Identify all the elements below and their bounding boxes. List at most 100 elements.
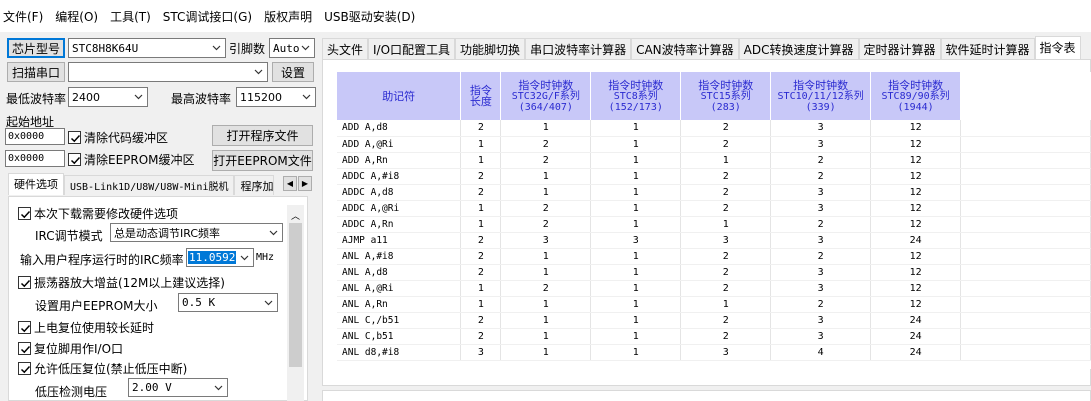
empty-header bbox=[960, 72, 1091, 120]
table-cell: 4 bbox=[770, 344, 872, 361]
eeprom-size-select[interactable]: 0.5 K bbox=[178, 293, 278, 312]
low-voltage-reset-checkbox[interactable]: 允许低压复位(禁止低压中断) bbox=[18, 360, 187, 377]
open-program-file-button[interactable]: 打开程序文件 bbox=[212, 125, 313, 146]
modify-hardware-checkbox[interactable]: 本次下载需要修改硬件选项 bbox=[18, 205, 178, 222]
empty-cell bbox=[960, 200, 1091, 217]
tab-timer-calc[interactable]: 定时器计算器 bbox=[858, 38, 941, 59]
column-header-line: 长度 bbox=[469, 95, 492, 108]
tab-pin-switch[interactable]: 功能脚切换 bbox=[455, 38, 526, 59]
table-row[interactable]: ANL A,Rn 1 1 1 1 2 12 bbox=[337, 296, 1091, 313]
table-cell: 1 bbox=[590, 168, 682, 185]
check-icon bbox=[70, 156, 81, 165]
code-start-address-input[interactable]: 0x0000 bbox=[5, 128, 65, 145]
scan-port-button[interactable]: 扫描串口 bbox=[7, 62, 65, 82]
table-row[interactable]: ADDC A,@Ri 1 2 1 2 3 12 bbox=[337, 200, 1091, 217]
menu-bar: 文件(F) 编程(O) 工具(T) STC调试接口(G) 版权声明 USB驱动安… bbox=[0, 0, 1091, 32]
table-cell: 3 bbox=[770, 120, 872, 137]
power-on-delay-checkbox[interactable]: 上电复位使用较长延时 bbox=[18, 319, 154, 336]
chevron-down-icon bbox=[134, 94, 143, 100]
table-row[interactable]: ADDC A,Rn 1 2 1 1 2 12 bbox=[337, 216, 1091, 233]
tab-header-file[interactable]: 头文件 bbox=[322, 38, 369, 59]
table-row[interactable]: ANL A,d8 2 1 1 2 3 12 bbox=[337, 264, 1091, 281]
column-header: 指令 长度 bbox=[460, 72, 502, 120]
tab-io-config[interactable]: I/O口配置工具 bbox=[368, 38, 456, 59]
options-scrollbar[interactable]: ︿ bbox=[287, 205, 304, 401]
menu-debug[interactable]: STC调试接口(G) bbox=[163, 8, 252, 25]
scrollbar-thumb[interactable] bbox=[289, 223, 302, 367]
clear-eeprom-buffer-checkbox[interactable]: 清除EEPROM缓冲区 bbox=[68, 151, 195, 168]
menu-usb-driver[interactable]: USB驱动安装(D) bbox=[324, 8, 415, 25]
tab-delay-calc[interactable]: 软件延时计算器 bbox=[940, 38, 1035, 59]
irc-frequency-select[interactable]: 11.0592 bbox=[186, 248, 254, 267]
table-row[interactable]: ADD A,@Ri 1 2 1 2 3 12 bbox=[337, 136, 1091, 153]
clear-code-buffer-checkbox[interactable]: 清除代码缓冲区 bbox=[68, 129, 168, 146]
table-cell: 2 bbox=[460, 184, 502, 201]
tab-scroll-left-icon[interactable]: ◀ bbox=[283, 176, 297, 191]
tab-uart-baud[interactable]: 串口波特率计算器 bbox=[525, 38, 632, 59]
tab-hardware-options[interactable]: 硬件选项 bbox=[8, 173, 64, 195]
table-cell: 2 bbox=[680, 200, 772, 217]
table-row[interactable]: ADD A,Rn 1 2 1 1 2 12 bbox=[337, 152, 1091, 169]
table-row[interactable]: ADDC A,#i8 2 1 1 2 2 12 bbox=[337, 168, 1091, 185]
reset-pin-io-checkbox[interactable]: 复位脚用作I/O口 bbox=[18, 340, 123, 357]
tab-program-encrypt[interactable]: 程序加 bbox=[234, 175, 275, 195]
chip-model-button[interactable]: 芯片型号 bbox=[7, 38, 65, 58]
table-cell: 24 bbox=[870, 312, 962, 329]
table-cell: 1 bbox=[500, 184, 592, 201]
lvd-select[interactable]: 2.00 V bbox=[128, 378, 228, 397]
table-cell: 1 bbox=[590, 344, 682, 361]
table-cell: 12 bbox=[870, 184, 962, 201]
eeprom-start-address-input[interactable]: 0x0000 bbox=[5, 150, 65, 167]
table-row[interactable]: ANL C,b51 2 1 1 2 3 24 bbox=[337, 328, 1091, 345]
table-row[interactable]: ADDC A,d8 2 1 1 2 3 12 bbox=[337, 184, 1091, 201]
table-cell: 1 bbox=[460, 136, 502, 153]
oscillator-gain-checkbox[interactable]: 振荡器放大增益(12M以上建议选择) bbox=[18, 274, 225, 291]
low-voltage-reset-label: 允许低压复位(禁止低压中断) bbox=[34, 362, 188, 376]
table-row[interactable]: ANL A,#i8 2 1 1 2 2 12 bbox=[337, 248, 1091, 265]
tab-can-baud[interactable]: CAN波特率计算器 bbox=[631, 38, 739, 59]
menu-tools[interactable]: 工具(T) bbox=[110, 8, 151, 25]
instruction-table-container[interactable]: 助记符 指令 长度 指令时钟数 STC32G/F系列 (364/407) 指令时钟数 STC8… bbox=[337, 72, 1091, 369]
table-cell: 2 bbox=[770, 168, 872, 185]
menu-file[interactable]: 文件(F) bbox=[3, 8, 43, 25]
scroll-up-icon[interactable]: ︿ bbox=[291, 209, 300, 222]
min-baud-select[interactable]: 2400 bbox=[68, 87, 148, 107]
open-eeprom-file-button[interactable]: 打开EEPROM文件 bbox=[212, 150, 313, 171]
table-row[interactable]: ANL d8,#i8 3 1 1 3 4 24 bbox=[337, 344, 1091, 361]
empty-cell bbox=[960, 152, 1091, 169]
power-on-delay-label: 上电复位使用较长延时 bbox=[34, 321, 155, 335]
pin-count-select[interactable]: Auto bbox=[269, 38, 315, 58]
table-cell: 1 bbox=[590, 328, 682, 345]
menu-copyright[interactable]: 版权声明 bbox=[264, 8, 312, 25]
mnemonic-cell: ANL A,Rn bbox=[337, 296, 462, 313]
table-row[interactable]: ANL A,@Ri 1 2 1 2 3 12 bbox=[337, 280, 1091, 297]
tab-scroll-right-icon[interactable]: ▶ bbox=[298, 176, 312, 191]
table-row[interactable]: ADD A,d8 2 1 1 2 3 12 bbox=[337, 120, 1091, 137]
column-header-line: STC8系列 bbox=[613, 90, 658, 102]
table-cell: 1 bbox=[590, 296, 682, 313]
table-cell: 3 bbox=[460, 344, 502, 361]
max-baud-select[interactable]: 115200 bbox=[236, 87, 316, 107]
irc-mode-select[interactable]: 总是动态调节IRC频率 bbox=[110, 223, 283, 242]
tab-adc-speed[interactable]: ADC转换速度计算器 bbox=[738, 38, 859, 59]
table-cell: 2 bbox=[680, 264, 772, 281]
table-cell: 1 bbox=[680, 152, 772, 169]
tab-usb-link[interactable]: USB-Link1D/U8W/U8W-Mini脱机 bbox=[64, 175, 235, 195]
serial-port-select[interactable] bbox=[68, 62, 268, 82]
chip-model-select[interactable]: STC8H8K64U bbox=[68, 38, 226, 58]
tab-instruction-table[interactable]: 指令表 bbox=[1034, 36, 1081, 59]
table-cell: 24 bbox=[870, 232, 962, 249]
table-row[interactable]: ANL C,/b51 2 1 1 2 3 24 bbox=[337, 312, 1091, 329]
column-header: 助记符 bbox=[337, 72, 462, 120]
column-header: 指令时钟数 STC15系列 (283) bbox=[680, 72, 772, 120]
column-header-line: STC10/11/12系列 bbox=[777, 90, 864, 102]
table-cell: 1 bbox=[500, 344, 592, 361]
table-row[interactable]: AJMP a11 2 3 3 3 3 24 bbox=[337, 232, 1091, 249]
settings-button[interactable]: 设置 bbox=[272, 62, 314, 82]
table-cell: 1 bbox=[590, 280, 682, 297]
table-cell: 1 bbox=[500, 248, 592, 265]
reset-pin-io-label: 复位脚用作I/O口 bbox=[34, 342, 124, 356]
empty-cell bbox=[960, 232, 1091, 249]
column-header-line: STC15系列 bbox=[700, 90, 751, 102]
menu-program[interactable]: 编程(O) bbox=[55, 8, 98, 25]
